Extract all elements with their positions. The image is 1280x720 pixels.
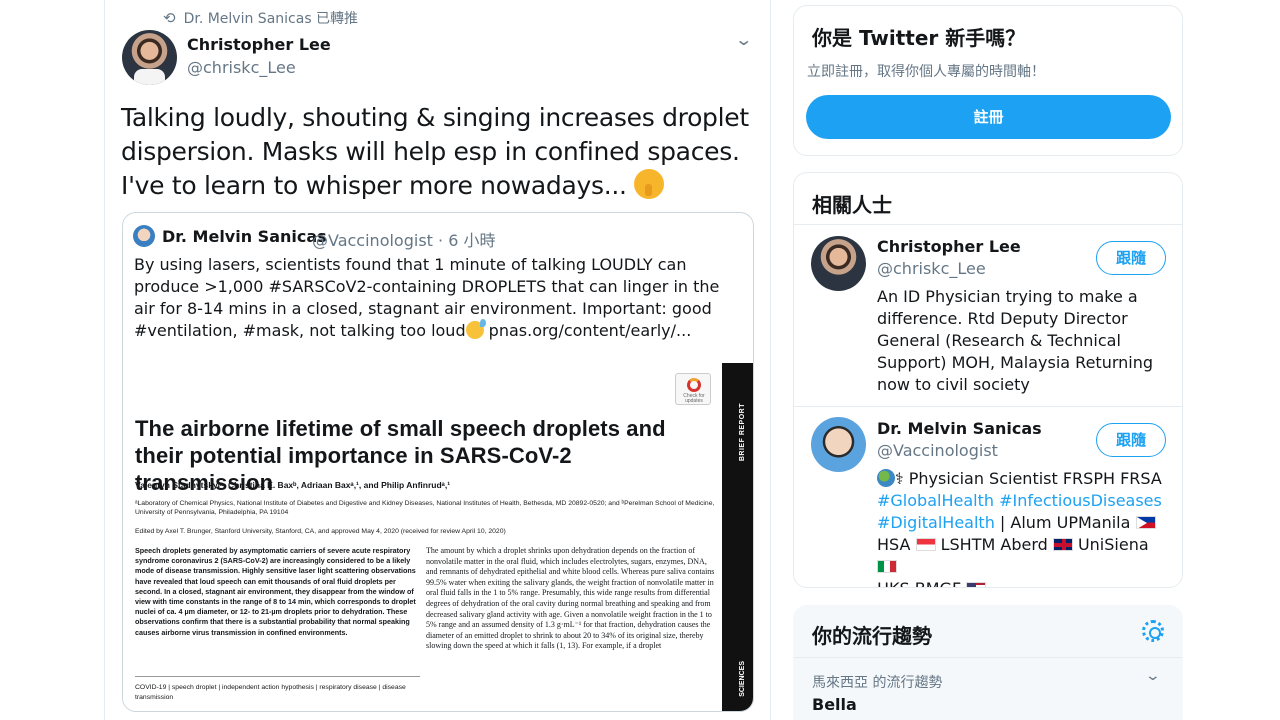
- avatar[interactable]: [811, 417, 866, 472]
- paper-side-band: BRIEF REPORT SCIENCES: [722, 363, 753, 711]
- globe-icon: [877, 469, 895, 487]
- quoted-link: pnas.org/content/early/...: [483, 321, 692, 340]
- follow-button[interactable]: 跟隨: [1096, 423, 1166, 457]
- us-flag-icon: [966, 582, 987, 587]
- related-person-bio: An ID Physician trying to make a differe…: [877, 287, 1154, 394]
- quoted-author-avatar: [133, 225, 155, 247]
- quoted-author-name: Dr. Melvin Sanicas: [162, 227, 327, 246]
- paper-edited-line: Edited by Axel T. Brunger, Stanford Univ…: [135, 528, 506, 535]
- italy-flag-icon: [877, 560, 897, 573]
- divider: [794, 406, 1182, 407]
- divider: [794, 657, 1182, 658]
- signup-card: 你是 Twitter 新手嗎？ 立即註冊，取得你個人專屬的時間軸！ 註冊: [793, 5, 1183, 156]
- hashtag-link[interactable]: #GlobalHealth #InfectiousDiseases: [877, 491, 1162, 510]
- grinning-sweat-icon: [465, 319, 486, 339]
- paper-abstract: Speech droplets generated by asymptomati…: [135, 546, 416, 637]
- related-person-handle[interactable]: @chriskc_Lee: [877, 259, 986, 278]
- related-person-name[interactable]: Christopher Lee: [877, 237, 1021, 256]
- hashtag-link[interactable]: #DigitalHealth: [877, 513, 995, 532]
- signup-title: 你是 Twitter 新手嗎？: [812, 26, 1026, 50]
- stethoscope-icon: ⚕: [895, 469, 904, 488]
- trend-context: 馬來西亞 的流行趨勢: [812, 675, 943, 691]
- divider: [794, 224, 1182, 225]
- related-title: 相關人士: [812, 193, 892, 217]
- tweet-column: ⟲ Dr. Melvin Sanicas 已轉推 Christopher Lee…: [104, 0, 771, 720]
- paper-authors: Valentyn Stadnytskyiᵃ, Christina E. Baxᵇ…: [135, 480, 451, 490]
- quoted-author-handle: @Vaccinologist · 6 小時: [312, 231, 496, 250]
- author-name[interactable]: Christopher Lee: [187, 35, 331, 54]
- chevron-down-icon[interactable]: ⌄: [734, 30, 753, 49]
- uk-flag-icon: [1052, 538, 1073, 551]
- trend-item[interactable]: Bella: [812, 695, 857, 714]
- check-for-updates-badge: Check for updates: [675, 373, 711, 405]
- avatar[interactable]: [811, 236, 866, 291]
- trends-card: 你的流行趨勢 馬來西亞 的流行趨勢 ⌄ Bella: [793, 605, 1183, 720]
- quoted-tweet[interactable]: Dr. Melvin Sanicas @Vaccinologist · 6 小時…: [122, 212, 754, 712]
- paper-keywords: COVID-19 | speech droplet | independent …: [135, 684, 406, 701]
- gear-icon[interactable]: [1142, 620, 1164, 642]
- author-handle[interactable]: @chriskc_Lee: [187, 58, 296, 77]
- related-person-handle[interactable]: @Vaccinologist: [877, 441, 998, 460]
- paper-affiliation: ᵃLaboratory of Chemical Physics, Nationa…: [135, 500, 715, 516]
- chevron-down-icon[interactable]: ⌄: [1145, 668, 1161, 684]
- tweet-text: Talking loudly, shouting & singing incre…: [121, 103, 749, 200]
- author-avatar[interactable]: [122, 30, 177, 85]
- follow-button[interactable]: 跟隨: [1096, 241, 1166, 275]
- related-person-bio: ⚕ Physician Scientist FRSPH FRSA #Global…: [877, 468, 1167, 587]
- retweet-icon: ⟲: [163, 9, 176, 27]
- philippines-flag-icon: [1135, 516, 1156, 529]
- trends-title: 你的流行趨勢: [812, 624, 932, 648]
- quoted-tweet-time: · 6 小時: [438, 231, 496, 250]
- shushing-face-icon: [634, 169, 665, 199]
- singapore-flag-icon: [915, 538, 936, 551]
- paper-divider: [135, 676, 420, 677]
- related-people-card: 相關人士 Christopher Lee @chriskc_Lee 跟隨 An …: [793, 172, 1183, 588]
- retweet-context[interactable]: ⟲ Dr. Melvin Sanicas 已轉推: [163, 8, 358, 28]
- paper-image[interactable]: BRIEF REPORT SCIENCES Check for updates …: [123, 353, 753, 711]
- signup-subtitle: 立即註冊，取得你個人專屬的時間軸！: [807, 64, 1045, 80]
- signup-button[interactable]: 註冊: [806, 95, 1171, 139]
- retweeted-by-label: Dr. Melvin Sanicas 已轉推: [183, 11, 359, 27]
- quoted-tweet-text: By using lasers, scientists found that 1…: [134, 255, 720, 340]
- related-person-name[interactable]: Dr. Melvin Sanicas: [877, 419, 1042, 438]
- paper-body-text: The amount by which a droplet shrinks up…: [426, 546, 715, 651]
